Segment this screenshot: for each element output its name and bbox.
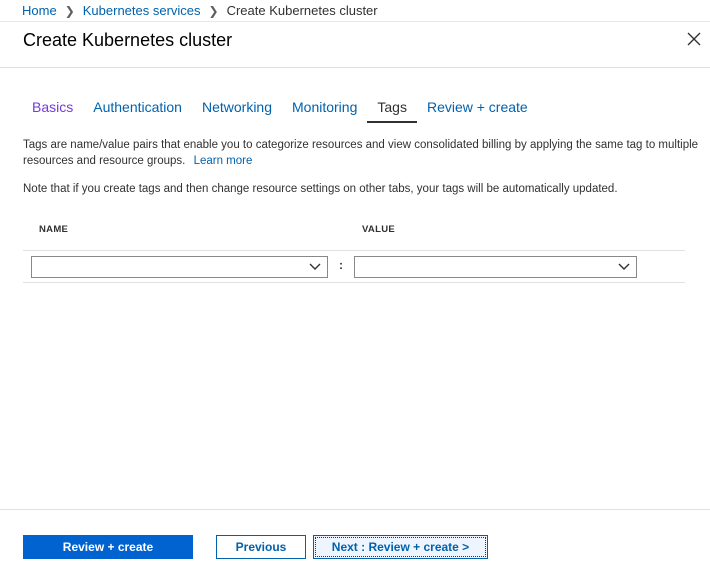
tab-review-create[interactable]: Review + create [417, 97, 538, 123]
name-column-header: NAME [39, 224, 69, 235]
review-create-button[interactable]: Review + create [23, 535, 193, 559]
next-button[interactable]: Next : Review + create > [313, 535, 488, 559]
table-row-divider [23, 282, 685, 283]
page-title: Create Kubernetes cluster [23, 30, 233, 50]
learn-more-link[interactable]: Learn more [194, 155, 253, 167]
footer-divider [0, 509, 710, 510]
wizard-tabs: Basics Authentication Networking Monitor… [22, 97, 538, 123]
name-value-separator: : [339, 258, 343, 272]
breadcrumb-kubernetes-services[interactable]: Kubernetes services [83, 3, 201, 18]
breadcrumb-current: Create Kubernetes cluster [226, 3, 378, 18]
blade-header: Create Kubernetes cluster [0, 22, 710, 68]
breadcrumb-home[interactable]: Home [22, 3, 57, 18]
chevron-right-icon: ❯ [64, 3, 75, 18]
tab-networking[interactable]: Networking [192, 97, 282, 123]
table-header-divider [23, 250, 685, 251]
tag-value-dropdown[interactable] [354, 256, 637, 278]
tab-authentication[interactable]: Authentication [83, 97, 192, 123]
chevron-down-icon [309, 263, 321, 270]
tag-name-dropdown[interactable] [31, 256, 328, 278]
tags-note: Note that if you create tags and then ch… [23, 183, 618, 195]
chevron-down-icon [618, 263, 630, 270]
close-icon[interactable] [686, 31, 702, 47]
tags-description: Tags are name/value pairs that enable yo… [23, 137, 710, 169]
tags-description-text: Tags are name/value pairs that enable yo… [23, 139, 699, 167]
breadcrumb: Home ❯ Kubernetes services ❯ Create Kube… [0, 0, 710, 22]
previous-button[interactable]: Previous [216, 535, 306, 559]
value-column-header: VALUE [362, 224, 395, 235]
tab-monitoring[interactable]: Monitoring [282, 97, 367, 123]
chevron-right-icon: ❯ [208, 3, 219, 18]
tab-tags[interactable]: Tags [367, 97, 417, 123]
tab-basics[interactable]: Basics [22, 97, 83, 123]
